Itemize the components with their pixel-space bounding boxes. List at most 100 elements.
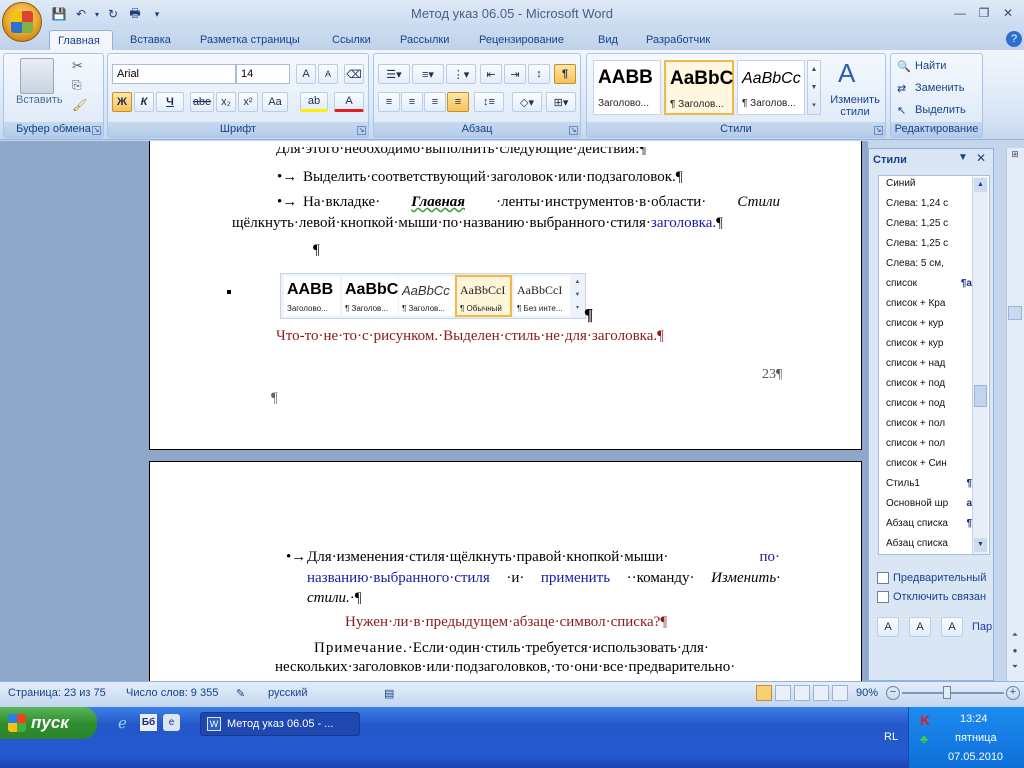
tab-developer[interactable]: Разработчик [638, 30, 718, 50]
help-icon[interactable]: ? [1006, 31, 1022, 47]
zoom-slider-thumb[interactable] [943, 686, 951, 699]
quick-style-2[interactable]: AaBbC ¶ Заголов... [664, 60, 734, 115]
strikethrough-button[interactable]: abe [190, 92, 214, 112]
options-link[interactable]: Пар [972, 621, 992, 633]
browse-object-icon[interactable]: ● [1008, 646, 1022, 660]
numbering-icon[interactable]: ≡▾ [412, 64, 444, 84]
style-list-item[interactable]: список + пол [886, 418, 945, 429]
align-center-icon[interactable]: ≡ [401, 92, 423, 112]
bold-button[interactable]: Ж [112, 92, 132, 112]
style-list-item[interactable]: список + Син [886, 458, 947, 469]
increase-indent-icon[interactable]: ⇥ [504, 64, 526, 84]
clipboard-launcher-icon[interactable]: ↘ [92, 126, 101, 135]
style-list-item[interactable]: Слева: 5 см, [886, 258, 944, 269]
style-list-item[interactable]: список + пол [886, 438, 945, 449]
clock-time[interactable]: 13:24 [960, 713, 988, 725]
change-case-icon[interactable]: Aa [262, 92, 288, 112]
copy-icon[interactable]: ⎘ [72, 78, 82, 93]
network-tray-icon[interactable]: ♣ [920, 732, 928, 746]
scroll-up-icon[interactable]: ▲ [974, 178, 987, 192]
style-inspector-icon[interactable]: A [909, 617, 931, 637]
tab-references[interactable]: Ссылки [324, 30, 379, 50]
word-count-status[interactable]: Число слов: 9 355 [126, 687, 218, 699]
multilevel-list-icon[interactable]: ⋮▾ [446, 64, 476, 84]
pane-options-icon[interactable]: ▼ [958, 152, 968, 163]
style-list-item[interactable]: Синий [886, 178, 916, 189]
grow-font-icon[interactable]: A [296, 64, 316, 84]
find-button[interactable]: Найти [915, 60, 946, 72]
paste-button[interactable]: Вставить [16, 94, 63, 106]
justify-icon[interactable]: ≡ [447, 92, 469, 112]
language-status[interactable]: русский [268, 687, 307, 699]
cut-icon[interactable]: ✂ [72, 58, 83, 74]
styles-scroll-icon[interactable]: ▲ ▼ ▾ [807, 60, 821, 115]
line-spacing-icon[interactable]: ↕≡ [474, 92, 504, 112]
document-scrollbar[interactable] [1006, 148, 1024, 681]
font-color-icon[interactable]: A [334, 92, 364, 112]
style-list-item[interactable]: список + под [886, 378, 945, 389]
ruler-toggle-icon[interactable]: ⊞ [1008, 149, 1022, 163]
style-list-item[interactable]: список + над [886, 358, 945, 369]
page-count-status[interactable]: Страница: 23 из 75 [8, 687, 106, 699]
paragraph-launcher-icon[interactable]: ↘ [569, 126, 578, 135]
format-painter-icon[interactable]: 🖌 [72, 98, 87, 112]
explorer-quicklaunch-icon[interactable]: e [163, 714, 180, 731]
scroll-down-icon[interactable]: ▼ [974, 538, 987, 552]
style-list-item[interactable]: Слева: 1,24 с [886, 198, 948, 209]
proofing-icon[interactable]: ✎ [236, 687, 245, 700]
font-launcher-icon[interactable]: ↘ [357, 126, 366, 135]
prev-page-icon[interactable]: ⏶ [1008, 630, 1022, 644]
italic-button[interactable]: К [134, 92, 154, 112]
ie-quicklaunch-icon[interactable]: ℯ [118, 714, 127, 732]
macro-recording-icon[interactable]: ▤ [384, 687, 394, 700]
styles-list-scrollbar[interactable]: ▲ ▼ [972, 177, 988, 554]
shading-icon[interactable]: ◇▾ [512, 92, 542, 112]
next-page-icon[interactable]: ⏷ [1008, 662, 1022, 676]
style-list-item[interactable]: Слева: 1,25 с [886, 238, 948, 249]
style-list-item[interactable]: Основной шр [886, 498, 948, 509]
draft-icon[interactable] [832, 685, 848, 701]
clear-formatting-icon[interactable]: ⌫ [344, 64, 364, 84]
print-layout-icon[interactable] [756, 685, 772, 701]
office-button[interactable] [2, 2, 42, 42]
language-indicator[interactable]: RL [884, 731, 898, 743]
style-list-item[interactable]: список + кур [886, 338, 943, 349]
borders-icon[interactable]: ⊞▾ [546, 92, 576, 112]
align-right-icon[interactable]: ≡ [424, 92, 446, 112]
shrink-font-icon[interactable]: A [318, 64, 338, 84]
align-left-icon[interactable]: ≡ [378, 92, 400, 112]
disable-linked-checkbox[interactable] [877, 591, 889, 603]
tab-review[interactable]: Рецензирование [471, 30, 572, 50]
subscript-icon[interactable]: x₂ [216, 92, 236, 112]
sort-icon[interactable]: ↕ [528, 64, 550, 84]
font-size-combo[interactable]: 14 [236, 64, 290, 84]
tab-insert[interactable]: Вставка [122, 30, 179, 50]
zoom-level[interactable]: 90% [856, 687, 878, 699]
show-formatting-marks-icon[interactable]: ¶ [554, 64, 576, 84]
outline-icon[interactable] [813, 685, 829, 701]
style-list-item[interactable]: Абзац списка [886, 538, 948, 549]
style-list-item[interactable]: список + Кра [886, 298, 945, 309]
zoom-slider[interactable] [902, 692, 1004, 694]
style-list-item[interactable]: Стиль1 [886, 478, 920, 489]
style-list-item[interactable]: Абзац списка [886, 518, 948, 529]
scroll-thumb[interactable] [974, 385, 987, 407]
preview-checkbox[interactable] [877, 572, 889, 584]
bullets-icon[interactable]: ☰▾ [378, 64, 410, 84]
full-screen-reading-icon[interactable] [775, 685, 791, 701]
highlight-icon[interactable]: ab [300, 92, 328, 112]
style-list-item[interactable]: Слева: 1,25 с [886, 218, 948, 229]
tab-home[interactable]: Главная [49, 30, 113, 50]
minimize-button[interactable]: — [948, 4, 972, 22]
styles-launcher-icon[interactable]: ↘ [874, 126, 883, 135]
antivirus-tray-icon[interactable]: K [920, 712, 930, 728]
app-quicklaunch-icon[interactable]: Бб [140, 714, 157, 731]
style-list-item[interactable]: список + кур [886, 318, 943, 329]
quick-style-1[interactable]: AABB Заголово... [593, 60, 661, 115]
maximize-button[interactable]: ❐ [972, 4, 996, 22]
start-button[interactable]: пуск [0, 707, 97, 739]
tab-page-layout[interactable]: Разметка страницы [192, 30, 308, 50]
manage-styles-icon[interactable]: A [941, 617, 963, 637]
scroll-thumb[interactable] [1008, 306, 1022, 320]
replace-button[interactable]: Заменить [915, 82, 964, 94]
